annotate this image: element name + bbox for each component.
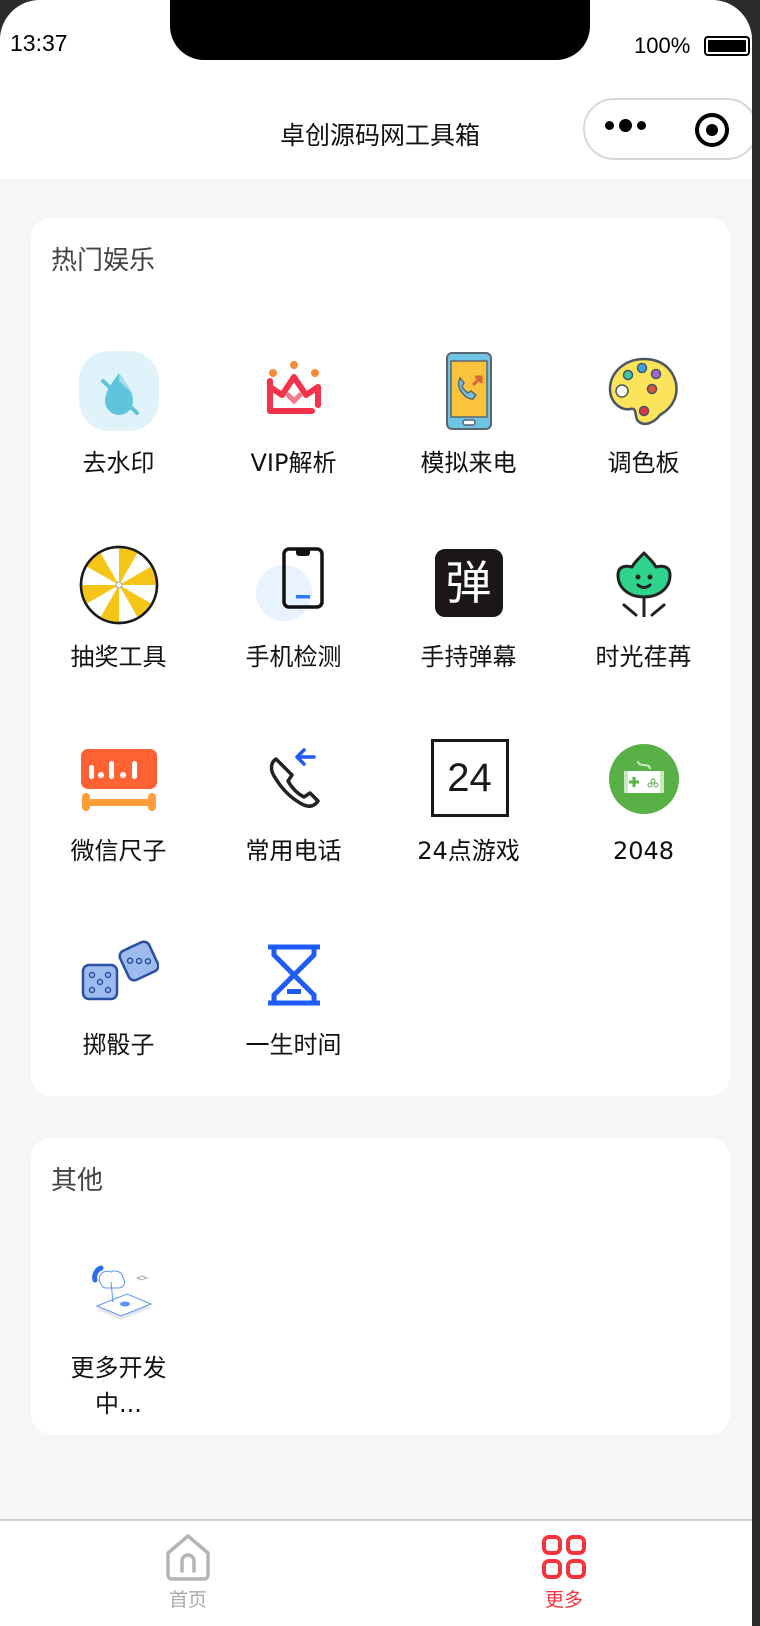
dice-icon	[79, 933, 159, 1013]
tab-bar: 首页 更多	[0, 1519, 752, 1626]
tool-label: 时光荏苒	[595, 643, 692, 671]
target-circle-icon[interactable]	[695, 113, 729, 147]
palette-icon	[604, 351, 684, 431]
tool-item-handheld-danmaku[interactable]: 弹 手持弹幕	[381, 545, 556, 675]
section-hot-entertainment: 热门娱乐 去水印 VIP解析 模拟来电 调色板 抽奖工具 手机检测 弹 手持弹幕…	[31, 218, 730, 1096]
tool-label: 微信尺子	[70, 837, 167, 865]
tool-label: 抽奖工具	[70, 643, 167, 671]
status-time: 13:37	[10, 30, 68, 56]
tool-label: VIP解析	[250, 449, 337, 477]
water-drop-slash-icon	[78, 351, 159, 431]
tool-item-more-coming[interactable]: 更多开发中...	[31, 1256, 206, 1422]
tool-item-lottery[interactable]: 抽奖工具	[31, 545, 206, 675]
smartphone-icon	[254, 545, 334, 625]
tool-item-palette[interactable]: 调色板	[556, 351, 731, 481]
tab-label: 更多	[544, 1589, 583, 1611]
phone-screen: 13:37 100% 卓创源码网工具箱 热门娱乐 去水印 VIP解析 模拟来电 …	[0, 0, 752, 1626]
24-glyph: 24	[430, 739, 509, 817]
tool-item-common-phone[interactable]: 常用电话	[206, 739, 381, 869]
tool-label: 去水印	[82, 449, 155, 477]
tool-item-fake-call[interactable]: 模拟来电	[381, 351, 556, 481]
battery-percent: 100%	[634, 33, 691, 58]
danmaku-glyph: 弹	[434, 549, 503, 617]
tool-label: 掷骰子	[82, 1031, 155, 1059]
tool-label: 调色板	[607, 449, 680, 477]
lottery-wheel-icon	[79, 545, 159, 625]
tab-label: 首页	[168, 1589, 207, 1611]
phone-call-icon	[429, 351, 509, 431]
24-card-icon: 24	[429, 739, 509, 819]
hourglass-icon	[254, 933, 334, 1013]
tool-item-vip-parse[interactable]: VIP解析	[206, 351, 381, 481]
cloud-device-illustration-icon	[79, 1256, 159, 1336]
mini-program-capsule	[583, 98, 752, 160]
gamepad-icon	[604, 739, 684, 819]
scrollbar[interactable]	[752, 0, 760, 1626]
tab-home[interactable]: 首页	[0, 1521, 376, 1626]
danmaku-icon: 弹	[429, 545, 509, 625]
navigation-bar: 卓创源码网工具箱	[0, 88, 752, 178]
notch	[170, 0, 590, 60]
tool-item-remove-watermark[interactable]: 去水印	[31, 351, 206, 481]
tool-label: 2048	[612, 837, 675, 865]
tool-item-2048[interactable]: 2048	[556, 739, 731, 869]
tool-label: 常用电话	[245, 837, 342, 865]
tool-item-dice[interactable]: 掷骰子	[31, 933, 206, 1063]
battery-icon	[704, 36, 750, 56]
tool-item-wechat-ruler[interactable]: 微信尺子	[31, 739, 206, 869]
tool-item-time-flies[interactable]: 时光荏苒	[556, 545, 731, 675]
tool-label: 手机检测	[245, 643, 342, 671]
grid-icon	[540, 1533, 588, 1581]
section-title: 其他	[51, 1166, 104, 1196]
tool-item-phone-check[interactable]: 手机检测	[206, 545, 381, 675]
tool-item-24-points[interactable]: 24 24点游戏	[381, 739, 556, 869]
section-other: 其他 更多开发中...	[31, 1138, 730, 1434]
more-dots-icon[interactable]	[605, 119, 646, 132]
home-icon	[164, 1533, 212, 1581]
tool-label: 更多开发中...	[70, 1354, 167, 1418]
smiling-flower-icon	[604, 545, 684, 625]
tab-more[interactable]: 更多	[376, 1521, 752, 1626]
tool-item-lifetime[interactable]: 一生时间	[206, 933, 381, 1063]
incoming-call-icon	[254, 739, 334, 819]
tool-label: 24点游戏	[417, 837, 520, 865]
ruler-icon	[79, 739, 159, 819]
tool-label: 手持弹幕	[420, 643, 517, 671]
tool-label: 模拟来电	[420, 449, 517, 477]
crown-heart-icon	[254, 351, 334, 431]
status-bar: 13:37 100%	[0, 0, 752, 88]
tool-label: 一生时间	[245, 1031, 342, 1059]
